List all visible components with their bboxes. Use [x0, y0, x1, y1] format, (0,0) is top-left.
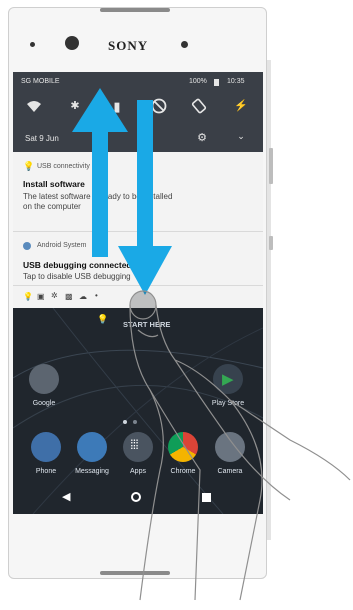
gesture-overlay [72, 88, 351, 601]
swipe-up-arrow [72, 88, 128, 257]
hand-icon [129, 290, 351, 601]
